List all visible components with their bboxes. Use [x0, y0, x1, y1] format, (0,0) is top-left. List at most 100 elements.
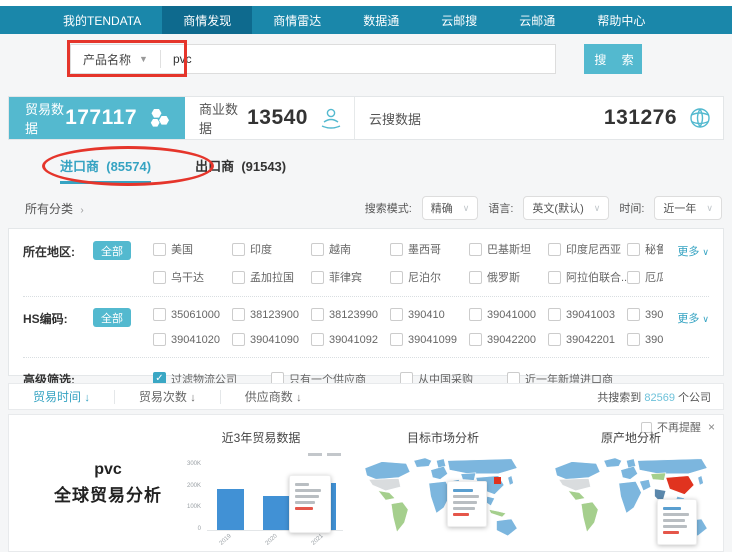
checkbox[interactable]	[153, 333, 166, 346]
hs-option[interactable]: 39042200	[469, 333, 548, 346]
checkbox[interactable]	[627, 271, 640, 284]
checkbox[interactable]	[390, 243, 403, 256]
checkbox[interactable]	[153, 271, 166, 284]
checkbox[interactable]	[469, 271, 482, 284]
checkbox[interactable]	[469, 333, 482, 346]
sort-by-supplier-count[interactable]: 供应商数 ↓	[221, 388, 326, 405]
hs-option[interactable]: 38123900	[232, 308, 311, 321]
checkbox-label: 39041092	[329, 334, 378, 346]
checkbox[interactable]	[390, 333, 403, 346]
region-option[interactable]: 秘鲁	[627, 241, 663, 257]
region-option[interactable]: 乌干达	[153, 269, 232, 285]
nav-item-cloud-mail[interactable]: 云邮通	[498, 6, 576, 34]
hs-option[interactable]: 39041090	[232, 333, 311, 346]
nav-item-data-link[interactable]: 数据通	[342, 6, 420, 34]
checkbox[interactable]	[232, 243, 245, 256]
stat-trade-data[interactable]: 贸易数据 177117	[9, 97, 185, 139]
hs-option[interactable]: 39041020	[153, 333, 232, 346]
hs-option[interactable]: 39041092	[311, 333, 390, 346]
checkbox[interactable]	[311, 333, 324, 346]
hs-option[interactable]: 39041010	[627, 308, 663, 321]
region-more-link[interactable]: 更多 ∨	[663, 241, 709, 285]
hs-all-button[interactable]: 全部	[93, 308, 131, 327]
checkbox[interactable]	[627, 308, 640, 321]
hs-option[interactable]: 39041003	[548, 308, 627, 321]
region-option[interactable]: 厄瓜多尔	[627, 269, 663, 285]
checkbox[interactable]	[232, 271, 245, 284]
checkbox[interactable]	[627, 333, 640, 346]
hs-option[interactable]: 39041099	[390, 333, 469, 346]
region-checkbox-grid: 美国 印度 越南 墨西哥 巴基斯坦 印度尼西亚 秘鲁 乌干达 孟加拉国 菲律宾 …	[153, 241, 663, 285]
region-option[interactable]: 阿拉伯联合...	[548, 269, 627, 285]
nav-item-business-radar[interactable]: 商情雷达	[252, 6, 342, 34]
region-option[interactable]: 尼泊尔	[390, 269, 469, 285]
checkbox[interactable]	[232, 308, 245, 321]
checkbox[interactable]	[311, 243, 324, 256]
stat-business-data[interactable]: 商业数据 13540	[185, 97, 355, 139]
region-option[interactable]: 越南	[311, 241, 390, 257]
region-option[interactable]: 印度尼西亚	[548, 241, 627, 257]
region-option[interactable]: 菲律宾	[311, 269, 390, 285]
search-input[interactable]: pvc	[161, 52, 555, 66]
region-option[interactable]: 印度	[232, 241, 311, 257]
checkbox-label: 巴基斯坦	[487, 241, 531, 257]
arrow-down-icon: ↓	[190, 392, 196, 404]
region-option[interactable]: 巴基斯坦	[469, 241, 548, 257]
search-category-label: 产品名称	[83, 51, 131, 68]
search-category-dropdown[interactable]: 产品名称 ▼	[71, 51, 160, 68]
origin-map[interactable]	[541, 455, 723, 549]
section-header-origin: 原产地分析	[541, 429, 721, 446]
sort-by-trade-time[interactable]: 贸易时间 ↓	[9, 388, 114, 405]
checkbox-label: 秘鲁	[645, 241, 663, 257]
hs-option[interactable]: 38123990	[311, 308, 390, 321]
region-option[interactable]: 俄罗斯	[469, 269, 548, 285]
checkbox-label: 38123990	[329, 309, 378, 321]
region-option[interactable]: 孟加拉国	[232, 269, 311, 285]
checkbox[interactable]	[232, 333, 245, 346]
checkbox[interactable]	[548, 333, 561, 346]
world-map	[351, 455, 533, 549]
checkbox[interactable]	[469, 243, 482, 256]
checkbox-label: 39042200	[487, 334, 536, 346]
time-value: 近一年	[663, 200, 696, 216]
time-select[interactable]: 近一年 ∨	[654, 196, 722, 220]
sort-by-trade-count[interactable]: 贸易次数 ↓	[115, 388, 220, 405]
hs-option[interactable]: 39041000	[469, 308, 548, 321]
all-categories-link[interactable]: 所有分类 ›	[8, 200, 84, 217]
nav-item-cloud-mail-search[interactable]: 云邮搜	[420, 6, 498, 34]
hs-more-link[interactable]: 更多 ∨	[663, 308, 709, 346]
hs-option[interactable]: 390410	[390, 308, 469, 321]
checkbox[interactable]	[548, 308, 561, 321]
stat-cloud-search-data[interactable]: 云搜数据 131276	[355, 97, 723, 139]
hs-option[interactable]: 39042201	[548, 333, 627, 346]
search-button[interactable]: 搜 索	[584, 44, 642, 74]
checkbox[interactable]	[311, 271, 324, 284]
checkbox[interactable]	[390, 271, 403, 284]
region-option[interactable]: 美国	[153, 241, 232, 257]
checkbox[interactable]	[469, 308, 482, 321]
target-market-map[interactable]	[351, 455, 533, 549]
checkbox[interactable]	[627, 243, 640, 256]
nav-item-help-center[interactable]: 帮助中心	[576, 6, 666, 34]
checkbox[interactable]	[153, 308, 166, 321]
hs-option[interactable]: 39042220	[627, 333, 663, 346]
trade-bar-chart[interactable]: 300K200K100K0 201920202021	[185, 453, 345, 549]
region-all-button[interactable]: 全部	[93, 241, 131, 260]
checkbox[interactable]	[390, 308, 403, 321]
language-select[interactable]: 英文(默认) ∨	[523, 196, 609, 220]
checkbox[interactable]	[548, 271, 561, 284]
nav-item-business-discovery[interactable]: 商情发现	[162, 6, 252, 34]
hs-option[interactable]: 35061000	[153, 308, 232, 321]
map-tooltip	[657, 499, 697, 545]
tab-exporters[interactable]: 出口商 (91543)	[195, 156, 286, 184]
checkbox-label: 尼泊尔	[408, 269, 441, 285]
checkbox[interactable]	[311, 308, 324, 321]
tab-importers[interactable]: 进口商 (85574)	[60, 156, 151, 184]
region-option[interactable]: 墨西哥	[390, 241, 469, 257]
checkbox[interactable]	[153, 243, 166, 256]
nav-item-my-tendata[interactable]: 我的TENDATA	[42, 6, 162, 34]
search-mode-select[interactable]: 精确 ∨	[422, 196, 479, 220]
checkbox-label: 390410	[408, 309, 445, 321]
checkbox[interactable]	[548, 243, 561, 256]
checkbox-label: 39042220	[645, 334, 663, 346]
